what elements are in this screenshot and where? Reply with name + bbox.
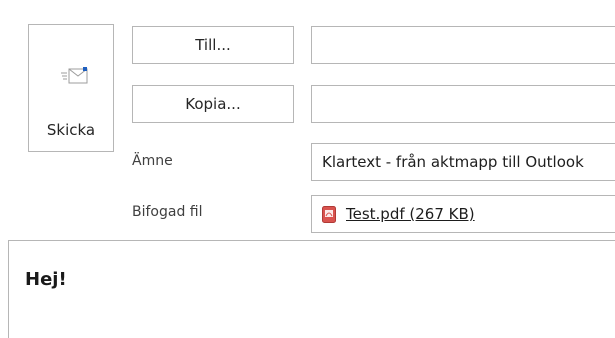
- subject-label: Ämne: [132, 153, 173, 169]
- pdf-file-icon: [322, 205, 336, 223]
- message-header: Skicka Till... Kopia... Ämne Klartext - …: [8, 8, 615, 233]
- send-label: Skicka: [46, 121, 96, 139]
- cc-button[interactable]: Kopia...: [132, 85, 294, 123]
- message-body[interactable]: Hej!: [8, 240, 615, 338]
- subject-field[interactable]: Klartext - från aktmapp till Outlook: [311, 143, 615, 181]
- cc-field[interactable]: [311, 85, 615, 123]
- attachment-field: Test.pdf (267 KB): [311, 195, 615, 233]
- subject-value: Klartext - från aktmapp till Outlook: [322, 153, 584, 171]
- to-button[interactable]: Till...: [132, 26, 294, 64]
- attachment-link[interactable]: Test.pdf (267 KB): [346, 205, 475, 223]
- send-button[interactable]: Skicka: [28, 24, 114, 152]
- body-text: Hej!: [25, 269, 67, 290]
- to-field[interactable]: [311, 26, 615, 64]
- send-envelope-icon: [61, 67, 88, 84]
- email-composer-window: Skicka Till... Kopia... Ämne Klartext - …: [0, 0, 615, 338]
- attachment-label: Bifogad fil: [132, 204, 203, 220]
